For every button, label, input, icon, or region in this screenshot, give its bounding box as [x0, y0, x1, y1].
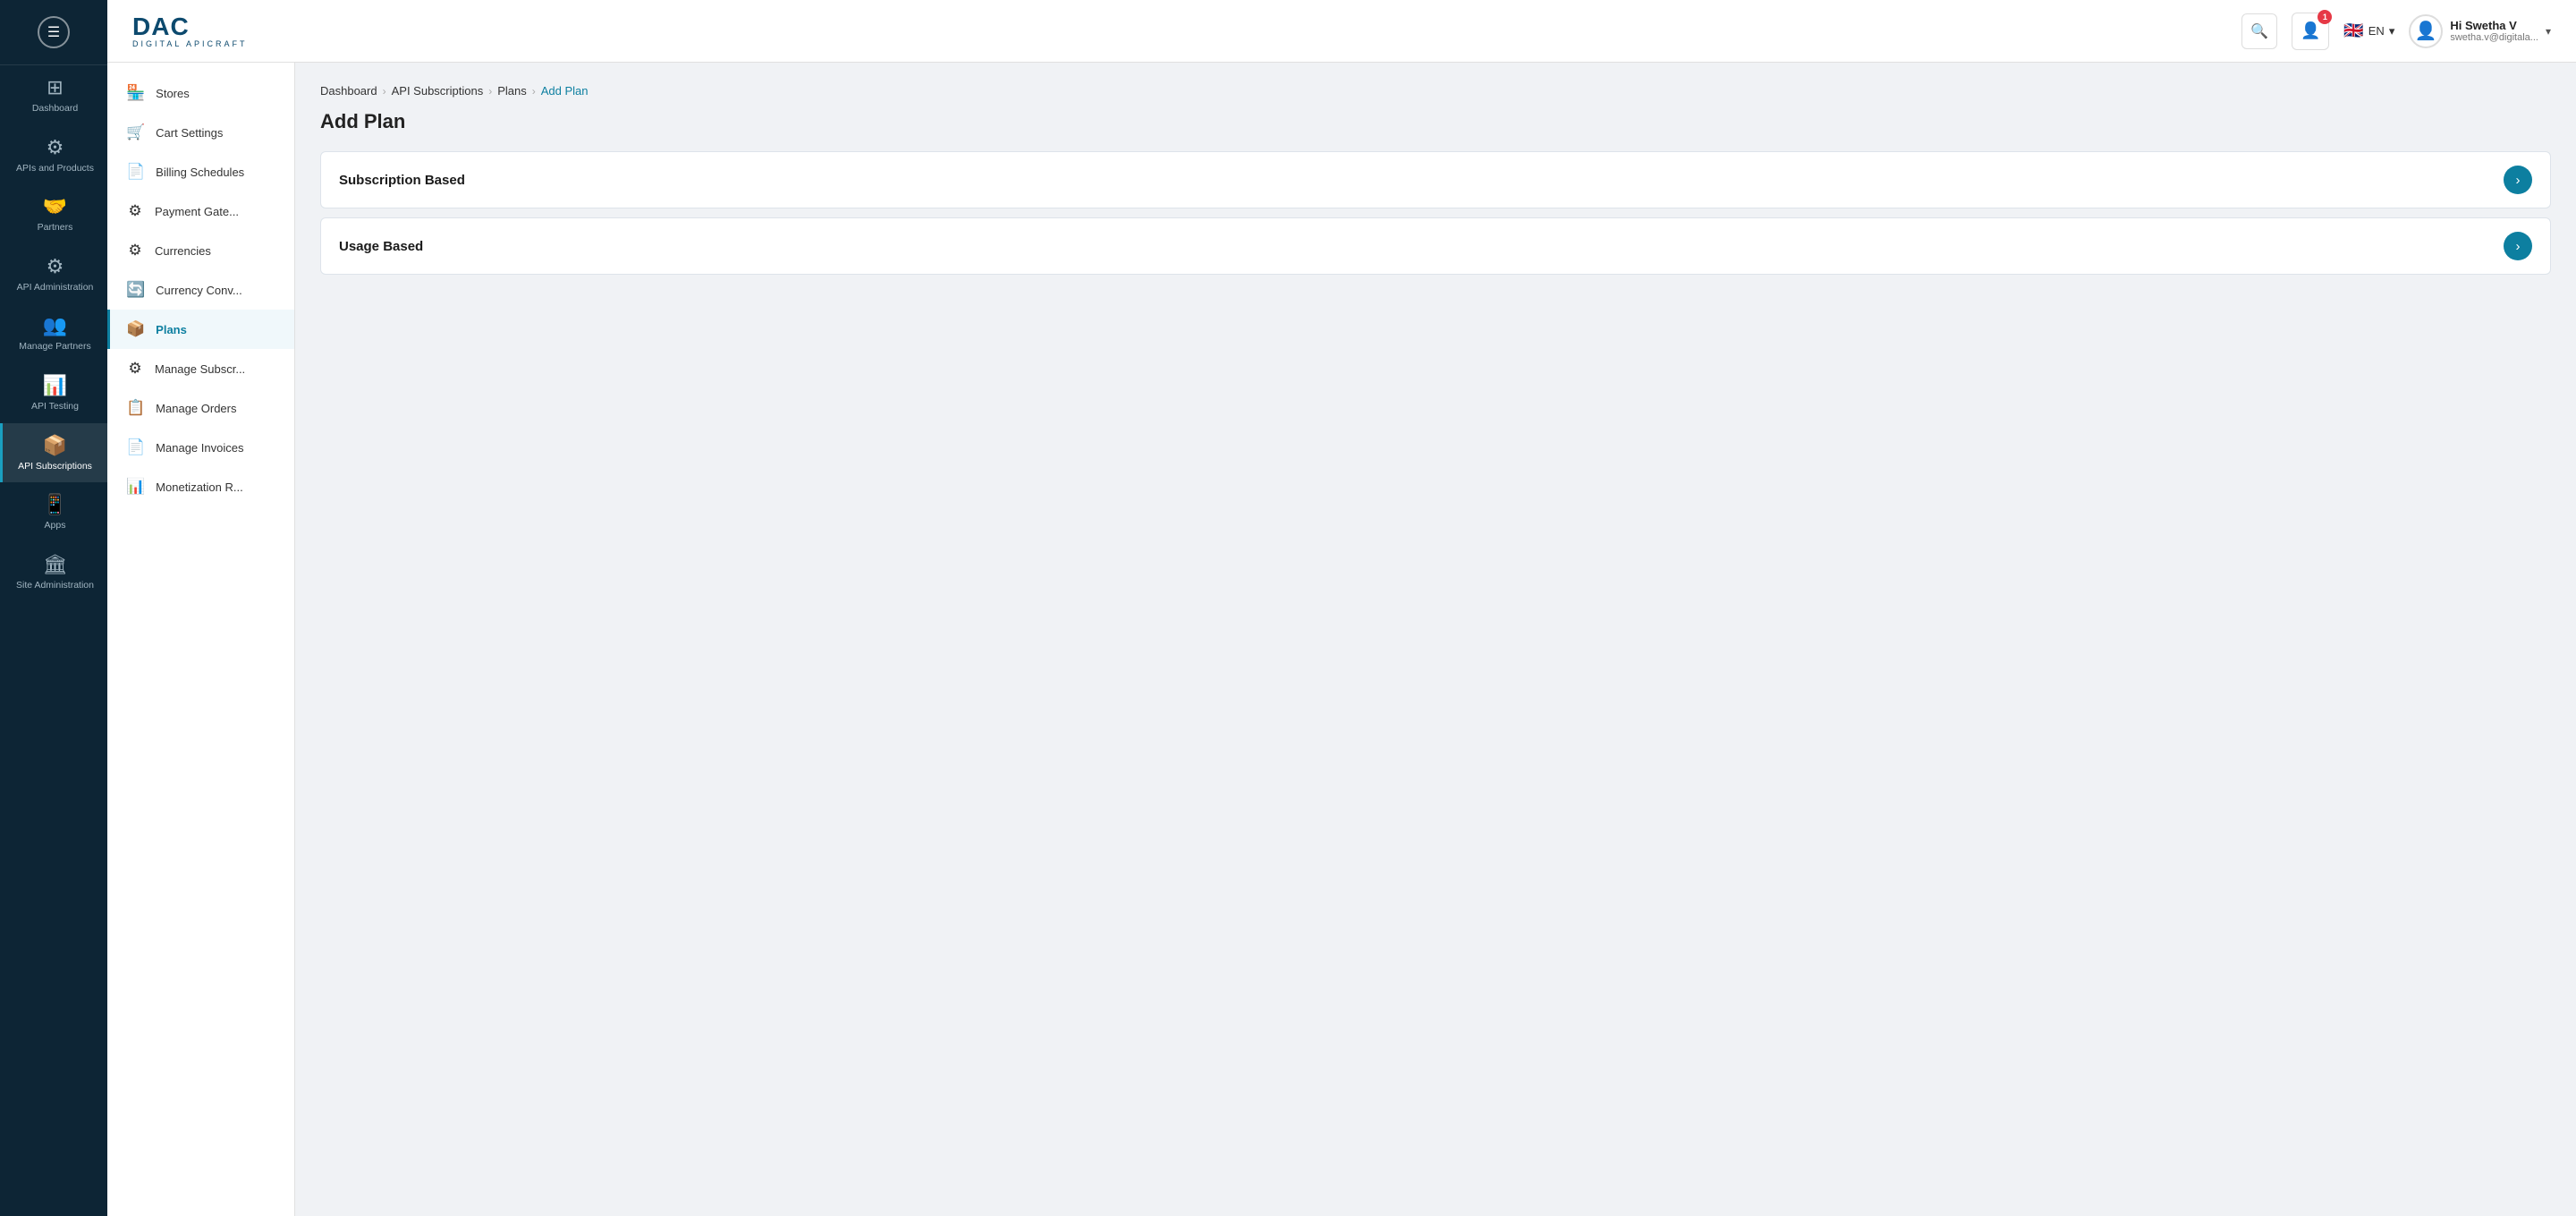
- plan-card-usage-based[interactable]: Usage Based ›: [320, 217, 2551, 275]
- breadcrumb-sep-2: ›: [488, 85, 492, 98]
- header-logo: DAC DIGITAL APICRAFT: [132, 14, 248, 48]
- plan-card-subscription-based[interactable]: Subscription Based ›: [320, 151, 2551, 208]
- plan-card-label-usage-based: Usage Based: [339, 239, 2504, 254]
- sidebar-icon-api-testing: 📊: [43, 374, 67, 397]
- user-name: Hi Swetha V: [2450, 19, 2538, 32]
- plan-card-label-subscription-based: Subscription Based: [339, 173, 2504, 188]
- sidebar-hamburger-area: ☰: [0, 0, 107, 65]
- secondary-label-currencies: Currencies: [155, 244, 211, 258]
- language-selector[interactable]: 🇬🇧 EN ▾: [2343, 21, 2394, 40]
- breadcrumb: Dashboard › API Subscriptions › Plans › …: [320, 84, 2551, 98]
- secondary-item-monetization-r[interactable]: 📊 Monetization R...: [107, 467, 294, 506]
- secondary-item-currency-conv[interactable]: 🔄 Currency Conv...: [107, 270, 294, 310]
- sidebar-label-dashboard: Dashboard: [32, 103, 78, 115]
- secondary-icon-manage-subscriptions: ⚙: [126, 360, 144, 378]
- breadcrumb-api-subscriptions[interactable]: API Subscriptions: [392, 84, 484, 98]
- secondary-label-manage-subscriptions: Manage Subscr...: [155, 362, 245, 376]
- hamburger-button[interactable]: ☰: [38, 16, 70, 48]
- avatar: 👤: [2409, 14, 2443, 48]
- sidebar-secondary: 🏪 Stores 🛒 Cart Settings 📄 Billing Sched…: [107, 63, 295, 1216]
- secondary-icon-manage-orders: 📋: [126, 399, 145, 417]
- sidebar-icon-apis-and-products: ⚙: [47, 136, 64, 159]
- sidebar-icon-dashboard: ⊞: [47, 76, 63, 99]
- secondary-icon-currency-conv: 🔄: [126, 281, 145, 299]
- secondary-icon-payment-gateway: ⚙: [126, 202, 144, 220]
- breadcrumb-dashboard[interactable]: Dashboard: [320, 84, 377, 98]
- sidebar-item-api-testing[interactable]: 📊 API Testing: [0, 363, 107, 423]
- logo-sub: DIGITAL APICRAFT: [132, 39, 248, 48]
- sidebar-item-apis-and-products[interactable]: ⚙ APIs and Products: [0, 125, 107, 185]
- sidebar-icon-api-administration: ⚙: [47, 255, 64, 278]
- sidebar-icon-site-administration: 🏛: [43, 553, 68, 576]
- sidebar-label-manage-partners: Manage Partners: [19, 341, 91, 353]
- user-info: Hi Swetha V swetha.v@digitala...: [2450, 19, 2538, 43]
- plan-card-arrow-usage-based: ›: [2504, 232, 2532, 260]
- language-label: EN: [2368, 24, 2385, 38]
- secondary-item-currencies[interactable]: ⚙ Currencies: [107, 231, 294, 270]
- breadcrumb-plans[interactable]: Plans: [497, 84, 527, 98]
- flag-icon: 🇬🇧: [2343, 21, 2363, 40]
- sidebar-item-dashboard[interactable]: ⊞ Dashboard: [0, 65, 107, 125]
- secondary-item-manage-orders[interactable]: 📋 Manage Orders: [107, 388, 294, 428]
- sidebar-label-api-testing: API Testing: [31, 401, 79, 412]
- sidebar-item-site-administration[interactable]: 🏛 Site Administration: [0, 542, 107, 602]
- sidebar-item-api-administration[interactable]: ⚙ API Administration: [0, 244, 107, 304]
- sidebar-label-apps: Apps: [45, 520, 66, 531]
- secondary-item-billing-schedules[interactable]: 📄 Billing Schedules: [107, 152, 294, 191]
- secondary-item-manage-invoices[interactable]: 📄 Manage Invoices: [107, 428, 294, 467]
- breadcrumb-add-plan: Add Plan: [541, 84, 589, 98]
- breadcrumb-sep-1: ›: [383, 85, 386, 98]
- sidebar-label-api-administration: API Administration: [17, 282, 94, 293]
- secondary-icon-manage-invoices: 📄: [126, 438, 145, 456]
- sidebar-icon-partners: 🤝: [43, 195, 67, 218]
- sidebar-dark: ☰ ⊞ Dashboard ⚙ APIs and Products 🤝 Part…: [0, 0, 107, 1216]
- secondary-icon-billing-schedules: 📄: [126, 163, 145, 181]
- secondary-item-cart-settings[interactable]: 🛒 Cart Settings: [107, 113, 294, 152]
- user-email: swetha.v@digitala...: [2450, 32, 2538, 43]
- sidebar-icon-manage-partners: 👥: [43, 314, 67, 337]
- sidebar-item-manage-partners[interactable]: 👥 Manage Partners: [0, 303, 107, 363]
- secondary-icon-monetization-r: 📊: [126, 478, 145, 496]
- sidebar-icon-apps: 📱: [43, 493, 67, 516]
- secondary-label-manage-invoices: Manage Invoices: [156, 441, 243, 455]
- language-chevron-icon: ▾: [2389, 24, 2395, 38]
- search-button[interactable]: 🔍: [2241, 13, 2277, 49]
- logo-text: DAC: [132, 14, 248, 39]
- plan-card-arrow-subscription-based: ›: [2504, 166, 2532, 194]
- notification-button[interactable]: 👤 1: [2292, 13, 2329, 50]
- secondary-label-cart-settings: Cart Settings: [156, 126, 223, 140]
- sidebar-label-partners: Partners: [38, 222, 73, 234]
- secondary-label-currency-conv: Currency Conv...: [156, 284, 242, 297]
- secondary-icon-stores: 🏪: [126, 84, 145, 102]
- notification-badge: 1: [2318, 10, 2332, 24]
- secondary-item-stores[interactable]: 🏪 Stores: [107, 73, 294, 113]
- sidebar-label-api-subscriptions: API Subscriptions: [18, 461, 92, 472]
- page-title: Add Plan: [320, 110, 2551, 133]
- main-content: Dashboard › API Subscriptions › Plans › …: [295, 63, 2576, 1216]
- sidebar-item-api-subscriptions[interactable]: 📦 API Subscriptions: [0, 423, 107, 483]
- secondary-label-manage-orders: Manage Orders: [156, 402, 236, 415]
- header: DAC DIGITAL APICRAFT 🔍 👤 1 🇬🇧 EN ▾ 👤 Hi …: [107, 0, 2576, 63]
- secondary-label-billing-schedules: Billing Schedules: [156, 166, 244, 179]
- sidebar-label-apis-and-products: APIs and Products: [16, 163, 94, 174]
- sidebar-label-site-administration: Site Administration: [16, 580, 94, 591]
- notification-icon: 👤: [2301, 21, 2320, 40]
- user-chevron-icon: ▾: [2546, 25, 2551, 38]
- sidebar-icon-api-subscriptions: 📦: [43, 434, 67, 457]
- secondary-item-manage-subscriptions[interactable]: ⚙ Manage Subscr...: [107, 349, 294, 388]
- secondary-label-payment-gateway: Payment Gate...: [155, 205, 239, 218]
- secondary-icon-currencies: ⚙: [126, 242, 144, 259]
- secondary-item-plans[interactable]: 📦 Plans: [107, 310, 294, 349]
- user-menu[interactable]: 👤 Hi Swetha V swetha.v@digitala... ▾: [2409, 14, 2551, 48]
- sidebar-item-partners[interactable]: 🤝 Partners: [0, 184, 107, 244]
- breadcrumb-sep-3: ›: [532, 85, 536, 98]
- secondary-item-payment-gateway[interactable]: ⚙ Payment Gate...: [107, 191, 294, 231]
- sidebar-item-apps[interactable]: 📱 Apps: [0, 482, 107, 542]
- secondary-label-stores: Stores: [156, 87, 190, 100]
- secondary-icon-cart-settings: 🛒: [126, 123, 145, 141]
- main-area: DAC DIGITAL APICRAFT 🔍 👤 1 🇬🇧 EN ▾ 👤 Hi …: [107, 0, 2576, 1216]
- secondary-label-monetization-r: Monetization R...: [156, 480, 243, 494]
- secondary-icon-plans: 📦: [126, 320, 145, 338]
- secondary-label-plans: Plans: [156, 323, 187, 336]
